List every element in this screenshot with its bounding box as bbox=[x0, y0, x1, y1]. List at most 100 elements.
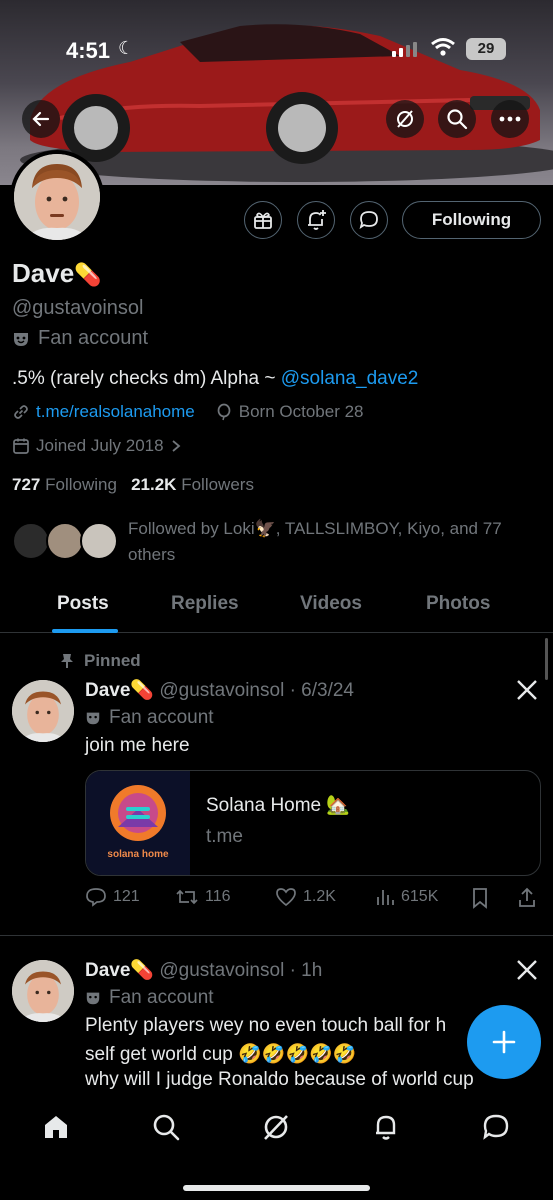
follow-counts: 727 Following 21.2K Followers bbox=[12, 475, 254, 495]
bio-mention-link[interactable]: @solana_dave2 bbox=[281, 368, 419, 389]
nav-search[interactable] bbox=[146, 1107, 186, 1147]
link-card-title: Solana Home 🏡 bbox=[206, 795, 351, 816]
following-count-link[interactable]: 727 Following bbox=[12, 475, 117, 494]
post-header: Dave💊 @gustavoinsol · 1h bbox=[85, 958, 322, 982]
nav-messages[interactable] bbox=[476, 1107, 516, 1147]
post-text-line: why will I judge Ronaldo because of worl… bbox=[85, 1069, 474, 1090]
wifi-icon bbox=[431, 38, 455, 56]
views-button[interactable]: 615K bbox=[375, 887, 438, 907]
profile-avatar[interactable] bbox=[10, 150, 104, 244]
joined-row[interactable]: Joined July 2018 bbox=[12, 436, 182, 456]
views-chart-icon bbox=[377, 890, 394, 905]
pinned-label: Pinned bbox=[84, 651, 141, 670]
birthday-text: Born October 28 bbox=[238, 402, 364, 421]
post-text-line: Plenty players wey no even touch ball fo… bbox=[85, 1015, 447, 1036]
reply-icon bbox=[86, 888, 106, 907]
tab-posts[interactable]: Posts bbox=[57, 593, 109, 615]
pill-emoji: 💊 bbox=[74, 262, 102, 287]
followers-count-link[interactable]: 21.2K Followers bbox=[131, 475, 254, 494]
compose-post-button[interactable] bbox=[467, 1005, 541, 1079]
bookmark-icon[interactable] bbox=[471, 887, 489, 909]
post-engagement-bar: 121 116 1.2K 615K bbox=[85, 887, 541, 911]
following-button[interactable]: Following bbox=[402, 201, 541, 239]
x-logo-icon bbox=[517, 680, 537, 700]
follower-avatar bbox=[12, 522, 50, 560]
repost-icon bbox=[176, 889, 198, 905]
grok-icon bbox=[397, 110, 413, 128]
link-card-thumbnail: solana home bbox=[86, 771, 190, 875]
following-count-label: Following bbox=[45, 475, 117, 494]
link-card-logo-text: solana home bbox=[107, 849, 169, 860]
balloon-icon bbox=[217, 403, 231, 421]
views-count: 615K bbox=[401, 888, 439, 905]
home-icon bbox=[45, 1116, 67, 1138]
following-count: 727 bbox=[12, 475, 41, 494]
profile-handle: @gustavoinsol bbox=[12, 297, 144, 319]
plus-icon bbox=[492, 1030, 516, 1054]
grok-icon bbox=[264, 1115, 288, 1140]
heart-icon bbox=[276, 888, 296, 907]
search-button[interactable] bbox=[438, 100, 476, 138]
link-card[interactable]: solana home Solana Home 🏡 t.me bbox=[85, 770, 541, 876]
pill-emoji: 💊 bbox=[130, 960, 155, 981]
tab-replies[interactable]: Replies bbox=[171, 593, 239, 615]
pill-emoji: 💊 bbox=[130, 680, 155, 701]
home-indicator[interactable] bbox=[183, 1185, 370, 1191]
share-icon[interactable] bbox=[517, 887, 537, 909]
grok-button[interactable] bbox=[386, 100, 424, 138]
chat-bubble-icon bbox=[359, 211, 378, 230]
notifications-toggle-button[interactable] bbox=[297, 201, 335, 239]
followers-count: 21.2K bbox=[131, 475, 177, 494]
profile-meta-row: t.me/realsolanahome Born October 28 bbox=[12, 402, 364, 422]
tab-videos[interactable]: Videos bbox=[300, 593, 362, 615]
profile-tabs: Posts Replies Videos Photos bbox=[0, 585, 553, 633]
link-card-domain: t.me bbox=[206, 826, 243, 847]
post-handle-date: @gustavoinsol · 6/3/24 bbox=[159, 680, 354, 701]
message-button[interactable] bbox=[350, 201, 388, 239]
subscribe-gift-button[interactable] bbox=[244, 201, 282, 239]
affiliate-text: Fan account bbox=[38, 327, 149, 349]
pin-icon bbox=[61, 654, 73, 668]
nav-home[interactable] bbox=[36, 1107, 76, 1147]
bell-plus-icon bbox=[308, 210, 326, 230]
reply-count: 121 bbox=[113, 888, 140, 905]
profile-website-link[interactable]: t.me/realsolanahome bbox=[36, 402, 195, 422]
post-handle-date: @gustavoinsol · 1h bbox=[159, 960, 323, 981]
battery-indicator: 29 bbox=[466, 38, 506, 60]
search-icon bbox=[153, 1114, 180, 1141]
followed-by-text: Followed by Loki🦅, TALLSLIMBOY, Kiyo, an… bbox=[128, 519, 502, 564]
tab-photos[interactable]: Photos bbox=[426, 593, 490, 615]
post-affiliate-label: Fan account bbox=[85, 707, 214, 729]
more-icon bbox=[499, 116, 521, 122]
theater-mask-icon bbox=[14, 332, 28, 346]
follower-avatar bbox=[46, 522, 84, 560]
post-header: Dave💊 @gustavoinsol · 6/3/24 bbox=[85, 678, 354, 702]
affiliate-text: Fan account bbox=[109, 707, 214, 728]
nav-notifications[interactable] bbox=[366, 1107, 406, 1147]
joined-text: Joined July 2018 bbox=[36, 436, 164, 455]
post-author-name[interactable]: Dave bbox=[85, 680, 130, 701]
theater-mask-icon bbox=[86, 992, 100, 1005]
repost-button[interactable]: 116 bbox=[175, 887, 231, 907]
link-icon bbox=[14, 405, 28, 419]
gift-icon bbox=[254, 212, 272, 229]
post-author-avatar[interactable] bbox=[12, 960, 74, 1022]
x-logo-icon bbox=[517, 960, 537, 980]
more-options-button[interactable] bbox=[491, 100, 529, 138]
post-author-name[interactable]: Dave bbox=[85, 960, 130, 981]
post-author-avatar[interactable] bbox=[12, 680, 74, 742]
profile-name: Dave💊 bbox=[12, 258, 102, 289]
post-affiliate-label: Fan account bbox=[85, 987, 214, 1009]
post-divider bbox=[0, 935, 553, 936]
follower-avatar bbox=[80, 522, 118, 560]
chat-bubble-icon bbox=[483, 1114, 509, 1140]
profile-bio: .5% (rarely checks dm) Alpha ~ @solana_d… bbox=[12, 368, 418, 390]
nav-grok[interactable] bbox=[256, 1107, 296, 1147]
like-button[interactable]: 1.2K bbox=[275, 887, 336, 907]
scrollbar[interactable] bbox=[545, 638, 548, 680]
moon-icon: ☾ bbox=[118, 38, 135, 58]
back-button[interactable] bbox=[22, 100, 60, 138]
followed-by-row[interactable]: Followed by Loki🦅, TALLSLIMBOY, Kiyo, an… bbox=[12, 516, 542, 566]
post-text: join me here bbox=[85, 735, 190, 756]
reply-button[interactable]: 121 bbox=[85, 887, 140, 907]
